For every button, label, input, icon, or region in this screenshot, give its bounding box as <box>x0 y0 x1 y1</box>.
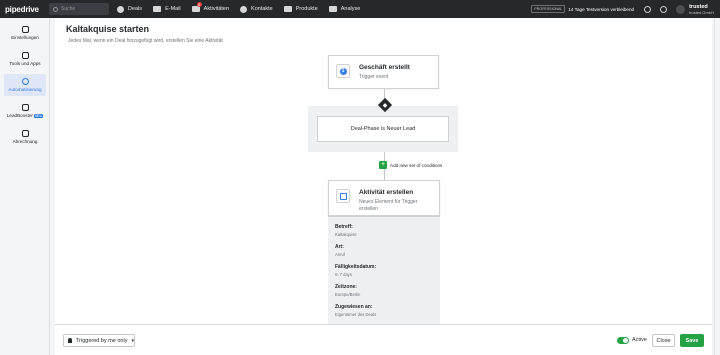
pipedrive-logo[interactable]: pipedrive <box>0 5 48 14</box>
nav-item-email[interactable]: E-Mail <box>153 6 181 12</box>
dollar-icon <box>117 5 124 13</box>
nav-item-products[interactable]: Produkte <box>283 6 318 12</box>
toggle-knob <box>623 338 628 343</box>
action-subtitle: Neues Element für Trigger erstellen <box>359 199 417 213</box>
scrollbar[interactable] <box>714 18 720 355</box>
field-timezone: Zeitzone: Europe/Berlin <box>335 284 360 297</box>
gear-icon <box>21 26 29 33</box>
field-label: Fälligkeitsdatum: <box>335 264 377 270</box>
sidebar-item-leadbooster[interactable]: LeadBooster NEU <box>4 100 46 122</box>
active-toggle[interactable] <box>617 337 629 344</box>
field-value: In 7 days <box>335 272 352 277</box>
trigger-scope-dropdown[interactable]: Triggered by me only ▾ <box>63 334 135 347</box>
sidebar-item-label: Einstellungen <box>11 35 39 40</box>
sidebar-item-settings[interactable]: Einstellungen <box>4 22 46 44</box>
dollar-icon: $ <box>339 67 347 75</box>
sidebar-item-label: Abrechnung <box>12 139 38 144</box>
trigger-icon-box: $ <box>336 64 350 78</box>
page-subtitle: Jedes Mal, wenn ein Deal hinzugefügt wir… <box>68 38 223 44</box>
chat-icon <box>21 104 29 111</box>
user-company: trusted GmbH <box>689 9 714 15</box>
field-label: Zeitzone: <box>335 284 357 290</box>
condition-card[interactable]: Deal-Phase is Neuer Lead <box>317 116 449 142</box>
sidebar-item-label: Tools und Apps <box>9 61 41 66</box>
field-due-date: Fälligkeitsdatum: In 7 days <box>335 264 376 277</box>
main-nav: Deals E-Mail 8 Aktivitäten Kontakte Prod… <box>117 2 371 13</box>
field-assignee: Zugewiesen an: Eigentümer des Deals <box>335 304 376 317</box>
action-subtitle-line: Neues Element für Trigger <box>359 199 418 205</box>
trigger-subtitle: Trigger event <box>359 74 389 80</box>
add-conditions-label: Add new set of conditions <box>390 162 443 168</box>
nav-item-activities[interactable]: 8 Aktivitäten <box>191 2 230 12</box>
notification-badge: 8 <box>196 2 202 7</box>
add-conditions-button[interactable]: + Add new set of conditions <box>379 161 442 169</box>
trend-icon <box>328 6 337 12</box>
field-value: Anruf <box>335 252 346 257</box>
nav-item-deals[interactable]: Deals <box>117 5 143 13</box>
top-navigation-bar: pipedrive Suche Deals E-Mail 8 Aktivität… <box>0 0 720 18</box>
search-placeholder: Suche <box>61 6 76 12</box>
help-icon[interactable] <box>644 5 652 13</box>
sidebar-item-label: Automatisierung <box>8 87 42 92</box>
settings-sidebar: Einstellungen Tools und Apps Automatisie… <box>0 18 50 355</box>
user-menu[interactable]: trusted trusted GmbH <box>676 4 714 15</box>
field-label: Betreff: <box>335 224 353 230</box>
nav-label: Aktivitäten <box>203 6 230 12</box>
card-icon <box>21 130 29 137</box>
calendar-icon <box>339 192 347 200</box>
save-button[interactable]: Save <box>680 334 704 347</box>
plan-tag: PROFESSIONAL <box>531 5 566 13</box>
search-input[interactable]: Suche <box>49 3 109 15</box>
field-value: Kaltakquise <box>335 232 357 237</box>
condition-branch-icon: ◆ <box>382 102 388 109</box>
robot-icon <box>21 78 29 85</box>
nav-label: Produkte <box>295 6 318 12</box>
nav-item-insights[interactable]: Analyse <box>328 6 361 12</box>
box-icon <box>283 6 292 12</box>
sidebar-item-tools[interactable]: Tools und Apps <box>4 48 46 70</box>
nav-label: E-Mail <box>165 6 181 12</box>
action-details: Betreff: Kaltakquise Art: Anruf Fälligke… <box>328 216 440 326</box>
person-icon <box>240 5 248 13</box>
search-icon <box>53 6 58 12</box>
nav-label: Analyse <box>340 6 361 12</box>
new-badge: NEU <box>33 114 44 118</box>
field-subject: Betreff: Kaltakquise <box>335 224 357 237</box>
trigger-title: Geschäft erstellt <box>359 64 410 71</box>
page-title[interactable]: Kaltakquise starten <box>66 24 149 34</box>
condition-zone: Deal-Phase is Neuer Lead <box>308 106 458 152</box>
field-type: Art: Anruf <box>335 244 345 257</box>
plus-icon: + <box>379 161 387 169</box>
close-button[interactable]: Close <box>652 334 675 347</box>
nav-item-contacts[interactable]: Kontakte <box>240 5 273 13</box>
trigger-scope-value: Triggered by me only <box>76 337 128 344</box>
field-value: Europe/Berlin <box>335 292 361 297</box>
field-label: Art: <box>335 244 344 250</box>
action-icon-box <box>336 189 350 203</box>
automation-editor: Kaltakquise starten Jedes Mal, wenn ein … <box>55 18 712 355</box>
person-icon <box>68 338 72 343</box>
topbar-right: PROFESSIONAL 14 Tage Testversion verblei… <box>531 0 714 18</box>
mail-icon <box>153 6 162 12</box>
sidebar-item-billing[interactable]: Abrechnung <box>4 126 46 148</box>
action-title: Aktivität erstellen <box>359 189 414 196</box>
editor-footer: Triggered by me only ▾ Active Close Save <box>55 324 712 355</box>
nav-label: Deals <box>128 6 143 12</box>
field-label: Zugewiesen an: <box>335 304 373 310</box>
sidebar-item-automation[interactable]: Automatisierung <box>4 74 46 96</box>
chevron-down-icon: ▾ <box>131 337 134 344</box>
active-label: Active <box>632 337 647 343</box>
field-value: Eigentümer des Deals <box>335 312 377 317</box>
tools-icon <box>21 52 29 59</box>
action-card[interactable]: Aktivität erstellen Neues Element für Tr… <box>328 180 440 216</box>
sidebar-item-label: LeadBooster <box>6 113 33 118</box>
trigger-card[interactable]: $ Geschäft erstellt Trigger event <box>328 55 439 89</box>
avatar <box>676 4 686 14</box>
lightbulb-icon[interactable] <box>660 5 668 13</box>
nav-label: Kontakte <box>251 6 273 12</box>
action-subtitle-line: erstellen <box>359 206 378 212</box>
trial-remaining-link[interactable]: 14 Tage Testversion verbleibend <box>568 7 634 12</box>
